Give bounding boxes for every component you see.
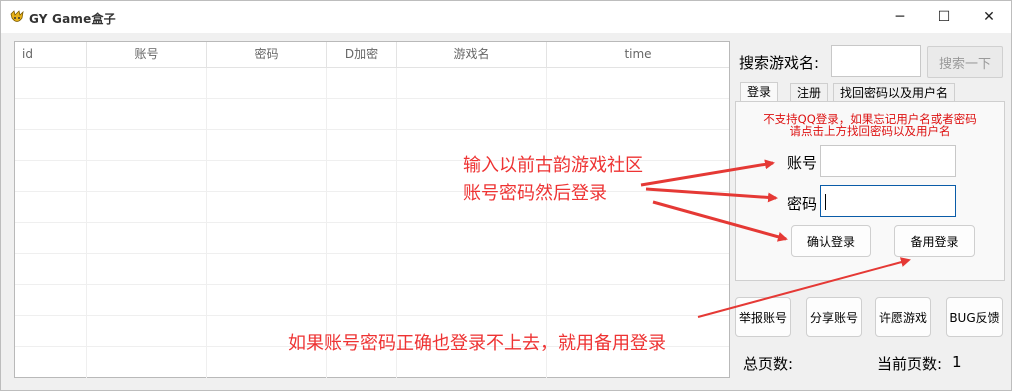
annotation-line1: 输入以前古韵游戏社区 [463, 155, 643, 176]
app-window: GY Game盒子 ─ ☐ ✕ id 账号 密码 D加密 游戏名 time 搜索… [0, 0, 1012, 391]
report-account-button[interactable]: 举报账号 [735, 297, 791, 337]
window-title: GY Game盒子 [29, 12, 116, 26]
minimize-button[interactable]: ─ [877, 1, 923, 33]
search-button[interactable]: 搜索一下 [927, 46, 1003, 78]
text-caret [825, 194, 826, 210]
table-row[interactable] [15, 285, 729, 316]
close-button[interactable]: ✕ [966, 1, 1012, 33]
table-header: id 账号 密码 D加密 游戏名 time [15, 42, 729, 68]
share-account-button[interactable]: 分享账号 [806, 297, 862, 337]
tab-login[interactable]: 登录 [740, 82, 779, 102]
account-input[interactable] [820, 145, 956, 177]
login-notice-line2: 请点击上方找回密码以及用户名 [789, 124, 951, 138]
column-header-time[interactable]: time [547, 42, 729, 68]
account-label: 账号 [787, 154, 818, 172]
password-label: 密码 [787, 195, 818, 213]
annotation-line3: 如果账号密码正确也登录不上去，就用备用登录 [288, 333, 666, 354]
table-row[interactable] [15, 68, 729, 99]
total-pages-label: 总页数: [743, 355, 794, 373]
backup-login-button[interactable]: 备用登录 [894, 225, 975, 257]
table-row[interactable] [15, 254, 729, 285]
column-header-password[interactable]: 密码 [207, 42, 327, 68]
column-header-d-encrypt[interactable]: D加密 [327, 42, 397, 68]
column-header-account[interactable]: 账号 [87, 42, 207, 68]
confirm-login-button[interactable]: 确认登录 [791, 225, 871, 257]
annotation-line2: 账号密码然后登录 [463, 183, 607, 204]
table-row[interactable] [15, 192, 729, 223]
column-header-game-name[interactable]: 游戏名 [397, 42, 547, 68]
tab-register[interactable]: 注册 [790, 83, 829, 101]
search-label: 搜索游戏名: [739, 54, 820, 72]
table-row[interactable] [15, 223, 729, 254]
search-input[interactable] [831, 45, 921, 77]
app-logo-icon [10, 10, 24, 22]
table-row[interactable] [15, 99, 729, 130]
maximize-button[interactable]: ☐ [921, 1, 967, 33]
title-bar: GY Game盒子 ─ ☐ ✕ [1, 1, 1011, 33]
accounts-table[interactable]: id 账号 密码 D加密 游戏名 time [14, 41, 730, 378]
wish-game-button[interactable]: 许愿游戏 [875, 297, 931, 337]
current-page-label: 当前页数: [877, 355, 943, 373]
current-page-value: 1 [952, 353, 962, 371]
password-input[interactable] [820, 185, 956, 217]
bug-feedback-button[interactable]: BUG反馈 [946, 297, 1003, 337]
tab-recover-credentials[interactable]: 找回密码以及用户名 [833, 83, 956, 101]
column-header-id[interactable]: id [15, 42, 87, 68]
